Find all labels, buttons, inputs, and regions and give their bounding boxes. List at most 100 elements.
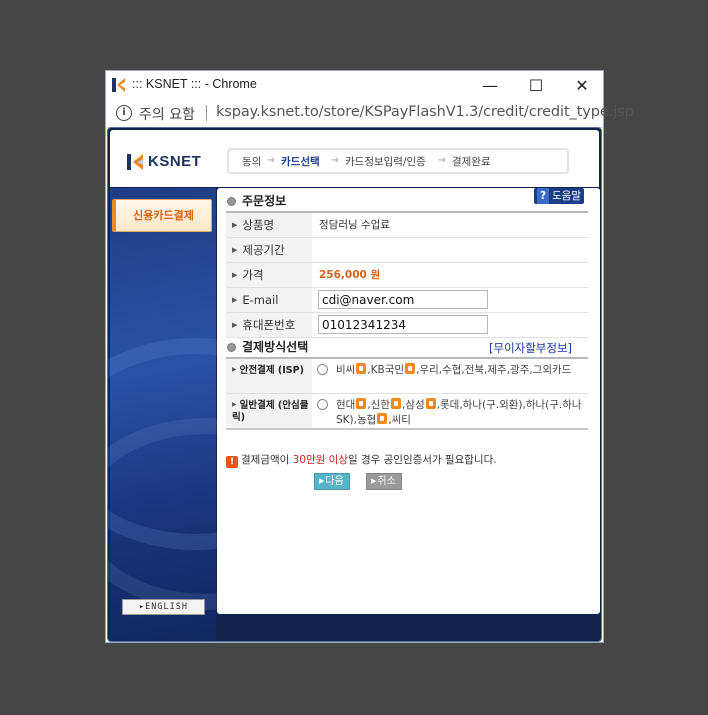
triangle-right-icon: ▶: [232, 296, 238, 304]
next-label: 다음: [325, 476, 344, 487]
section-bullet-icon: [227, 343, 236, 352]
price-value: 256,000 원: [319, 269, 381, 281]
interest-free-badge-icon: [377, 413, 388, 424]
header-strip: KSNET 동의 ➜ 카드선택 ➜ 카드정보입력/인증 ➜ 결제완료: [110, 130, 599, 187]
card-text: ,신한: [367, 399, 390, 411]
row-label: ▶ E-mail: [226, 288, 312, 312]
card-text: ,삼성: [402, 399, 425, 411]
label-product: 상품명: [242, 218, 275, 232]
arrow-right-icon: ▶: [319, 477, 325, 485]
payment-method-table: ▶ 안전결제 (ISP) 비씨 ,KB국민 ,우리,수협,전북,제주,광주,그외카드 …: [226, 357, 588, 430]
card-text: ,씨티: [388, 414, 411, 426]
step-agree: 동의: [242, 156, 262, 168]
card-text: 현대: [336, 399, 356, 411]
ksnet-logo-icon: [127, 154, 143, 170]
payment-option-isp: ▶ 안전결제 (ISP) 비씨 ,KB국민 ,우리,수협,전북,제주,광주,그외카드: [226, 359, 588, 394]
notice-prefix: 결제금액이: [241, 454, 293, 466]
label-email: E-mail: [242, 293, 279, 307]
interest-free-badge-icon: [405, 363, 416, 374]
label-general: 일반결제 (안심클릭): [232, 400, 309, 423]
triangle-right-icon: ▶: [232, 221, 238, 229]
triangle-right-icon: ▶: [232, 401, 237, 408]
payment-page: KSNET 동의 ➜ 카드선택 ➜ 카드정보입력/인증 ➜ 결제완료 신용카드결…: [107, 127, 602, 642]
help-button[interactable]: ? 도움말: [534, 188, 584, 204]
interest-free-badge-icon: [425, 398, 436, 409]
label-period: 제공기간: [242, 243, 285, 257]
certificate-notice: ! 결제금액이 30만원 이상일 경우 공인인증서가 필요합니다.: [226, 452, 497, 468]
label-phone: 휴대폰번호: [242, 318, 296, 332]
section-bullet-icon: [227, 197, 236, 206]
notice-suffix: 일 경우 공인인증서가 필요합니다.: [347, 454, 497, 466]
close-button[interactable]: ✕: [559, 71, 605, 100]
isp-radio[interactable]: [317, 364, 328, 375]
maximize-button[interactable]: ☐: [513, 71, 559, 100]
sidebar-tab-credit-card[interactable]: 신용카드결제: [112, 199, 212, 232]
minimize-button[interactable]: —: [467, 71, 513, 100]
triangle-right-icon: ▶: [232, 321, 238, 329]
window-title: ::: KSNET ::: - Chrome: [132, 77, 257, 91]
row-label: ▶ 일반결제 (안심클릭): [226, 394, 312, 428]
interest-free-badge-icon: [356, 398, 367, 409]
general-card-list: 현대 ,신한 ,삼성 ,롯데,하나(구.외환),하나(구.하나SK),농협 ,씨티: [336, 398, 588, 428]
next-button[interactable]: ▶다음: [314, 473, 350, 490]
card-text: ,우리,수협,전북,제주,광주,그외카드: [416, 364, 572, 376]
row-label: ▶ 가격: [226, 263, 312, 287]
triangle-right-icon: ▶: [232, 271, 238, 279]
row-label: ▶ 제공기간: [226, 238, 312, 262]
row-label: ▶ 상품명: [226, 213, 312, 237]
payment-section-title: 결제방식선택: [227, 338, 308, 355]
help-label: 도움말: [552, 190, 581, 202]
notice-highlight: 30만원 이상: [292, 454, 348, 466]
sidebar: [108, 188, 342, 641]
label-isp: 안전결제 (ISP): [239, 365, 304, 376]
main-panel: 주문정보 ? 도움말 ▶ 상품명 정담러닝 수업료 ▶ 제공기간 ▶ 가격 256,00…: [217, 188, 600, 614]
interest-free-link[interactable]: [무이자할부정보]: [489, 340, 572, 356]
alert-icon: !: [226, 456, 238, 468]
payment-option-general: ▶ 일반결제 (안심클릭) 현대 ,신한 ,삼성 ,롯데,하나(구.외환),하나(구.하…: [226, 394, 588, 428]
payment-section-label: 결제방식선택: [242, 340, 309, 354]
help-icon: ?: [537, 188, 549, 204]
phone-field[interactable]: [318, 315, 488, 334]
step-arrow-icon: ➜: [267, 155, 276, 166]
step-complete: 결제완료: [452, 156, 491, 168]
general-radio[interactable]: [317, 399, 328, 410]
logo-text: KSNET: [148, 153, 202, 170]
table-row: ▶ 휴대폰번호: [226, 313, 588, 338]
row-label: ▶ 안전결제 (ISP): [226, 359, 312, 393]
order-section-title: 주문정보: [227, 192, 286, 209]
cancel-button[interactable]: ▶취소: [366, 473, 402, 490]
table-row: ▶ 상품명 정담러닝 수업료: [226, 213, 588, 238]
browser-window: ::: KSNET ::: - Chrome — ☐ ✕ i 주의 요함 ksp…: [105, 70, 634, 643]
step-arrow-icon: ➜: [331, 155, 340, 166]
table-row: ▶ 가격 256,000 원: [226, 263, 588, 288]
step-card-select: 카드선택: [281, 156, 320, 168]
address-bar[interactable]: i 주의 요함 kspay.ksnet.to/store/KSPayFlashV…: [106, 100, 634, 128]
table-row: ▶ 제공기간: [226, 238, 588, 263]
row-label: ▶ 휴대폰번호: [226, 313, 312, 337]
order-info-table: ▶ 상품명 정담러닝 수업료 ▶ 제공기간 ▶ 가격 256,000 원 ▶ E-mai…: [226, 211, 588, 338]
security-warning[interactable]: 주의 요함: [139, 104, 195, 124]
interest-free-badge-icon: [356, 363, 367, 374]
card-text: 비씨: [336, 364, 356, 376]
email-field[interactable]: [318, 290, 488, 309]
label-price: 가격: [242, 268, 264, 282]
info-icon[interactable]: i: [116, 105, 132, 121]
triangle-right-icon: ▶: [232, 366, 237, 373]
address-divider: [206, 105, 207, 121]
interest-free-badge-icon: [391, 398, 401, 409]
step-indicator: 동의 ➜ 카드선택 ➜ 카드정보입력/인증 ➜ 결제완료: [227, 148, 569, 174]
order-section-label: 주문정보: [242, 194, 287, 208]
url-text[interactable]: kspay.ksnet.to/store/KSPayFlashV1.3/cred…: [216, 104, 634, 120]
ksnet-app-icon: [112, 78, 125, 92]
cancel-label: 취소: [377, 476, 396, 487]
card-text: ,KB국민: [367, 364, 405, 376]
table-row: ▶ E-mail: [226, 288, 588, 313]
step-arrow-icon: ➜: [438, 155, 447, 166]
triangle-right-icon: ▶: [232, 246, 238, 254]
step-card-info: 카드정보입력/인증: [345, 156, 426, 168]
english-button[interactable]: ▸ENGLISH: [122, 599, 205, 615]
product-name-value: 정담러닝 수업료: [319, 219, 390, 231]
isp-card-list: 비씨 ,KB국민 ,우리,수협,전북,제주,광주,그외카드: [336, 363, 588, 378]
arrow-right-icon: ▶: [371, 477, 377, 485]
title-bar: ::: KSNET ::: - Chrome — ☐ ✕: [106, 71, 603, 100]
